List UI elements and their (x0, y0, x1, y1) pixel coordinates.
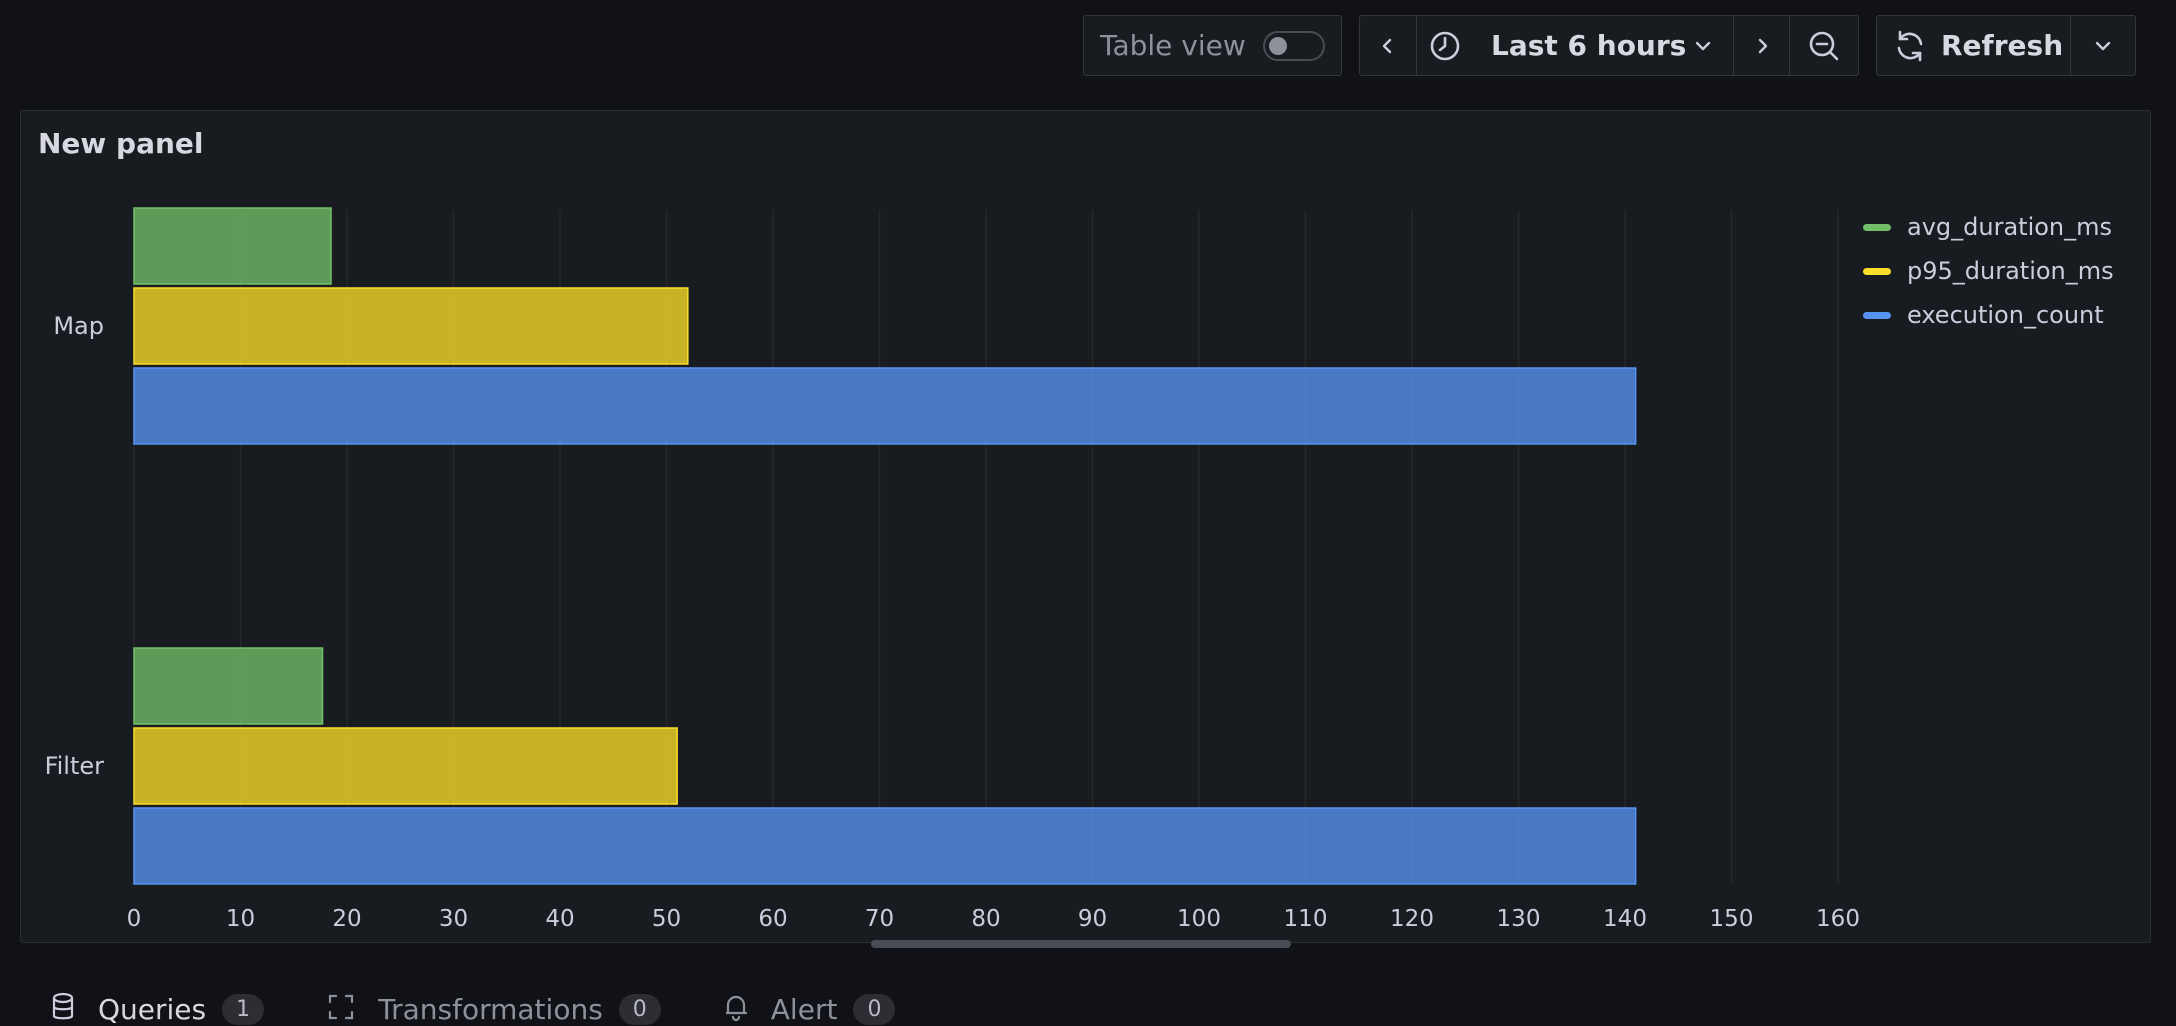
x-tick-label: 80 (971, 906, 1000, 932)
x-tick-label: 10 (226, 906, 255, 932)
tab-queries[interactable]: Queries 1 (50, 992, 265, 1026)
bar-execution_count-filter[interactable] (133, 807, 1637, 885)
tab-count-badge: 1 (222, 993, 265, 1025)
visualization-panel: New panel 0 10 20 30 40 50 60 70 80 90 100 110 120 13… (20, 110, 2151, 948)
x-tick-label: 30 (439, 906, 468, 932)
x-tick-label: 90 (1078, 906, 1107, 932)
zoom-out-icon (1809, 31, 1839, 60)
refresh-group: Refresh (1876, 15, 2136, 76)
x-tick-label: 100 (1177, 906, 1221, 932)
bar-avg_duration_ms-map[interactable] (133, 207, 332, 285)
tab-transformations[interactable]: Transformations 0 (326, 992, 661, 1026)
legend-swatch (1863, 223, 1891, 231)
tab-label: Alert (770, 992, 838, 1026)
time-picker-group: Last 6 hours (1359, 15, 1859, 76)
x-tick-label: 130 (1497, 906, 1541, 932)
x-tick-label: 0 (127, 906, 142, 932)
x-tick-label: 20 (332, 906, 361, 932)
x-tick-label: 150 (1710, 906, 1754, 932)
table-view-switch[interactable] (1262, 30, 1325, 61)
chevron-down-icon (1695, 41, 1711, 51)
time-range-label: Last 6 hours (1491, 29, 1687, 62)
bar-p95_duration_ms-map[interactable] (133, 287, 689, 365)
legend-label: execution_count (1907, 301, 2104, 329)
zoom-out-button[interactable] (1789, 16, 1858, 75)
legend-item[interactable]: execution_count (1863, 293, 2114, 337)
refresh-interval-dropdown[interactable] (2070, 16, 2135, 75)
database-icon (50, 992, 76, 1026)
horizontal-scrollbar[interactable] (871, 940, 1291, 948)
bar-execution_count-map[interactable] (133, 367, 1637, 445)
tab-label: Transformations (378, 992, 603, 1026)
x-tick-label: 140 (1603, 906, 1647, 932)
refresh-button[interactable]: Refresh (1877, 16, 2070, 75)
category-label: Filter (45, 752, 105, 780)
x-tick-label: 110 (1284, 906, 1328, 932)
time-range-picker[interactable]: Last 6 hours (1416, 16, 1733, 75)
refresh-label: Refresh (1941, 29, 2064, 62)
legend-swatch (1863, 267, 1891, 275)
tab-count-badge: 0 (618, 993, 661, 1025)
legend-label: avg_duration_ms (1907, 213, 2113, 241)
table-view-label: Table view (1100, 29, 1246, 62)
x-tick-label: 40 (545, 906, 574, 932)
bar-avg_duration_ms-filter[interactable] (133, 647, 324, 725)
time-range-back-button[interactable] (1360, 16, 1416, 75)
x-tick-label: 60 (758, 906, 787, 932)
tab-count-badge: 0 (853, 993, 896, 1025)
refresh-icon (1897, 30, 1923, 61)
legend-item[interactable]: avg_duration_ms (1863, 205, 2114, 249)
chevron-down-icon (2095, 41, 2111, 50)
category-label: Map (53, 312, 104, 340)
tab-label: Queries (98, 992, 207, 1026)
table-view-toggle[interactable]: Table view (1083, 15, 1342, 76)
transform-icon (326, 992, 356, 1026)
x-tick-label: 120 (1390, 906, 1434, 932)
bell-icon (723, 992, 749, 1026)
x-tick-label: 50 (652, 906, 681, 932)
legend-swatch (1863, 311, 1891, 319)
clock-icon (1430, 31, 1460, 61)
chart-legend: avg_duration_ms p95_duration_ms execution_… (1863, 205, 2114, 337)
editor-tabs: Queries 1 Transformations 0 Alert 0 (50, 992, 957, 1026)
tab-alert[interactable]: Alert 0 (723, 992, 896, 1026)
legend-item[interactable]: p95_duration_ms (1863, 249, 2114, 293)
bar-p95_duration_ms-filter[interactable] (133, 727, 678, 805)
chevron-left-icon (1382, 38, 1392, 53)
time-range-forward-button[interactable] (1733, 16, 1789, 75)
chevron-right-icon (1758, 38, 1767, 53)
x-tick-label: 160 (1816, 906, 1860, 932)
legend-label: p95_duration_ms (1907, 257, 2114, 285)
bar-chart: 0 10 20 30 40 50 60 70 80 90 100 110 120 130 140 150 160… (45, 207, 1860, 932)
x-tick-label: 70 (865, 906, 894, 932)
